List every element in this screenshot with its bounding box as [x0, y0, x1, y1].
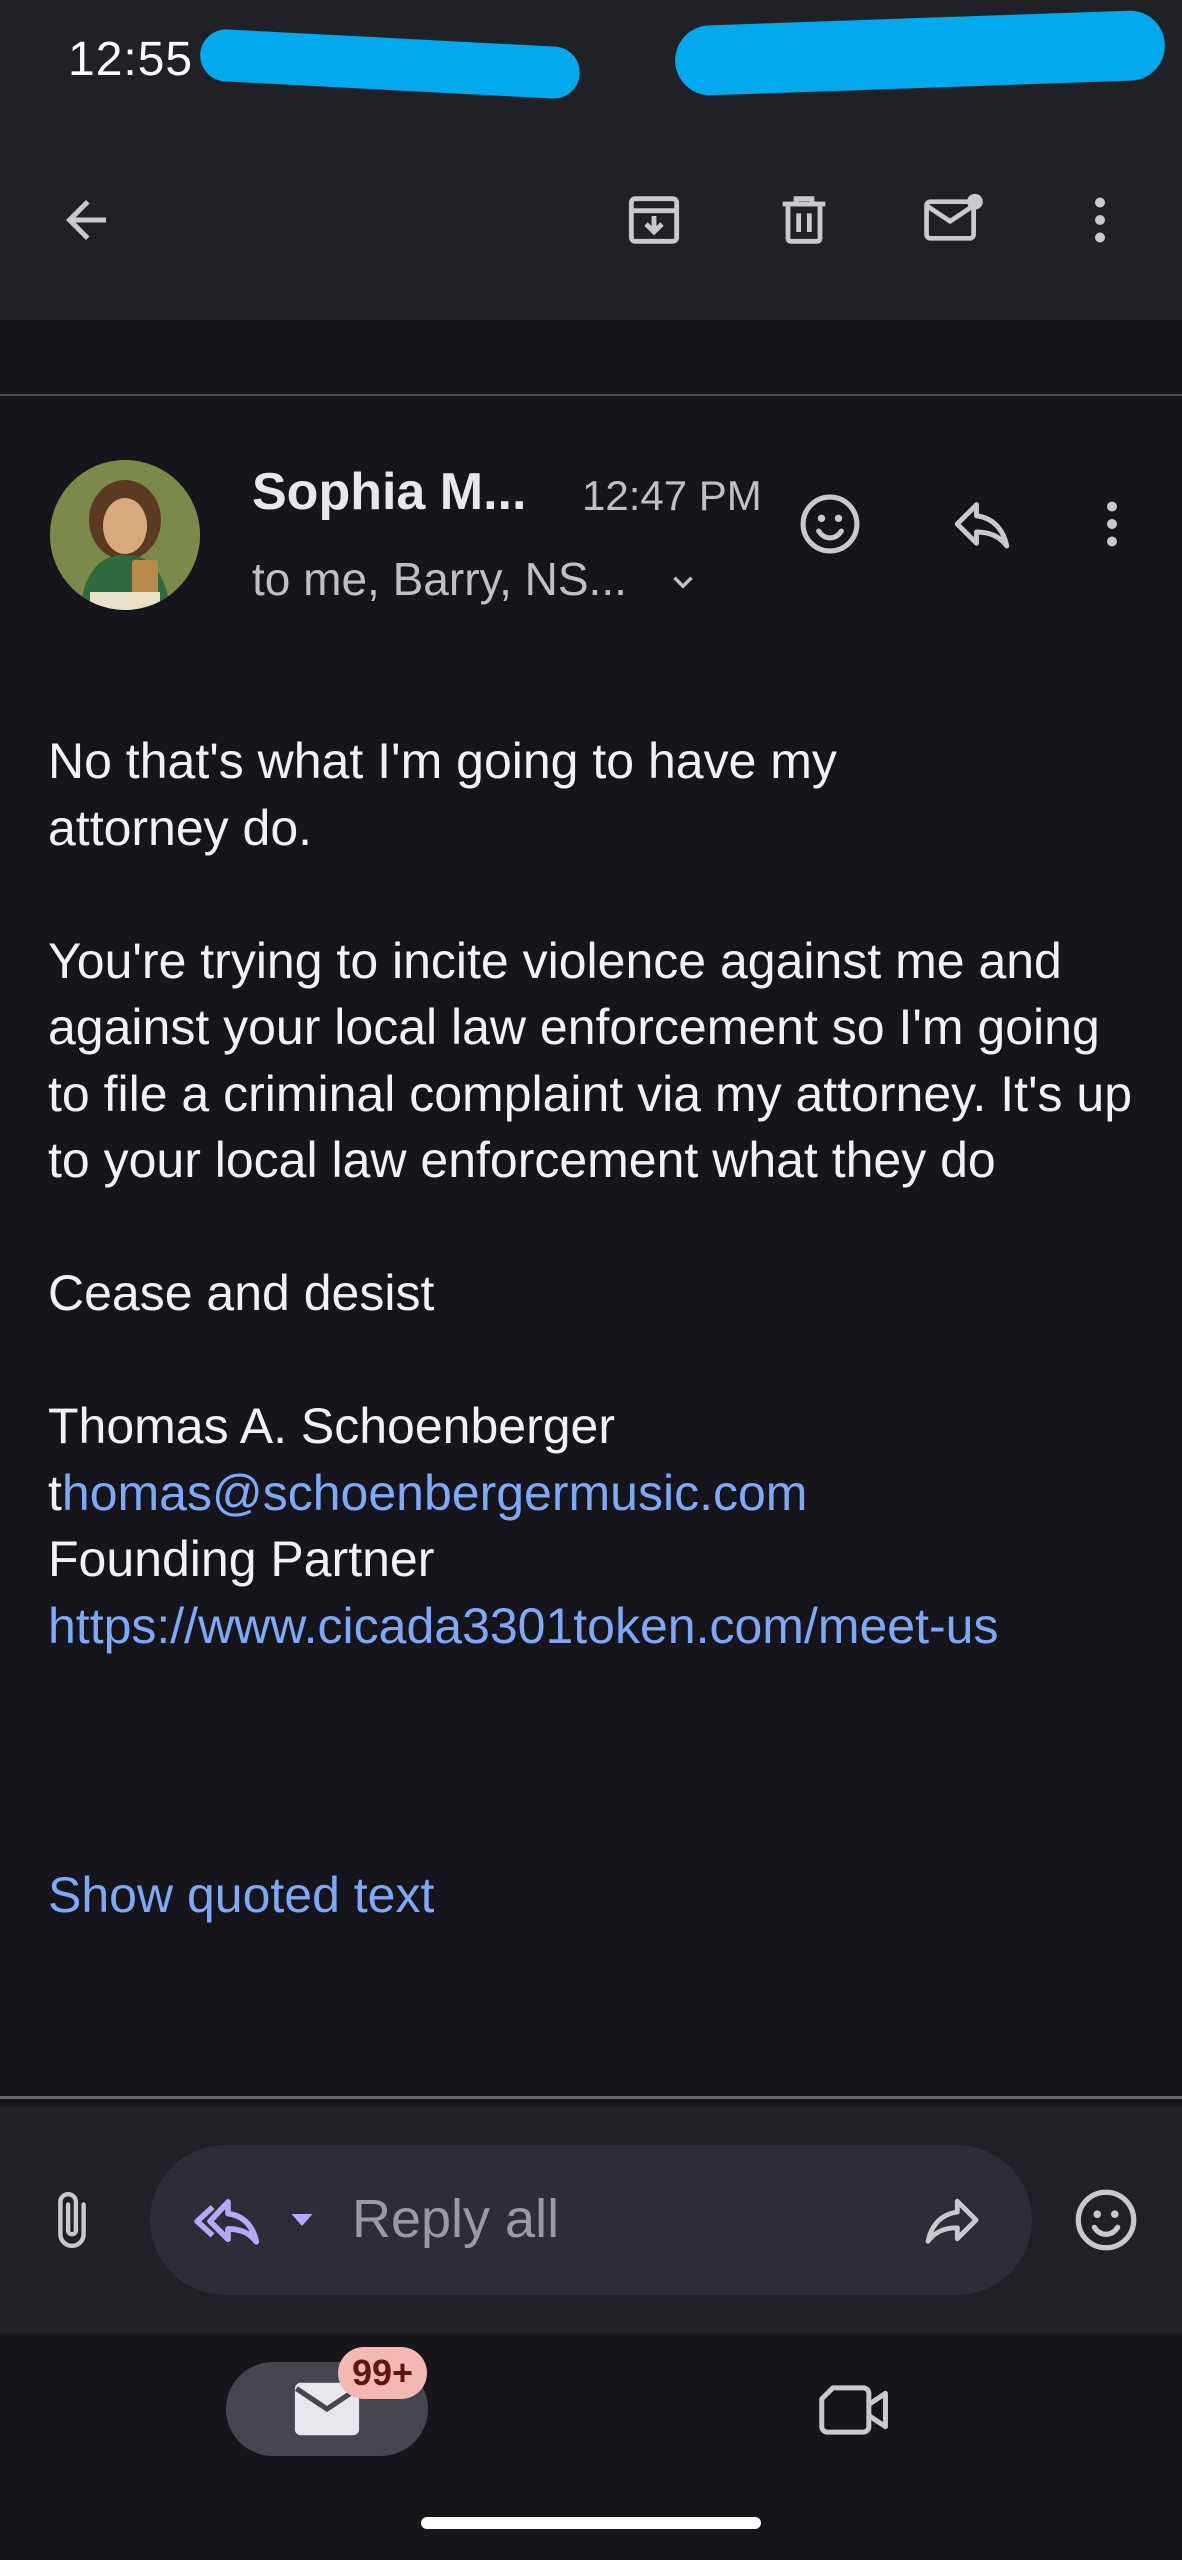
- reply-options-dropdown-icon[interactable]: [280, 2198, 324, 2242]
- status-time: 12:55: [68, 33, 194, 86]
- sender-name[interactable]: Sophia M...: [252, 462, 526, 522]
- meet-video-icon[interactable]: [810, 2368, 900, 2452]
- reply-all-placeholder[interactable]: Reply all: [352, 2188, 559, 2250]
- signature-email-prefix: t: [48, 1464, 62, 1521]
- forward-icon[interactable]: [910, 2178, 994, 2262]
- show-quoted-text-link[interactable]: Show quoted text: [48, 1866, 434, 1924]
- compose-divider: [0, 2096, 1182, 2099]
- back-arrow-icon[interactable]: [44, 178, 128, 262]
- signature-name: Thomas A. Schoenberger: [48, 1398, 615, 1454]
- body-paragraph: No that's what I'm going to have my atto…: [48, 733, 837, 856]
- signature-email-link[interactable]: homas@schoenbergermusic.com: [62, 1465, 808, 1521]
- home-indicator[interactable]: [421, 2517, 761, 2529]
- body-paragraph: Cease and desist: [48, 1265, 435, 1321]
- mark-unread-icon[interactable]: [912, 178, 996, 262]
- archive-icon[interactable]: [612, 178, 696, 262]
- recipients-label: to me, Barry, NS...: [252, 553, 627, 605]
- signature-title: Founding Partner: [48, 1531, 435, 1587]
- more-vert-icon[interactable]: [1058, 178, 1142, 262]
- header-divider: [0, 394, 1182, 396]
- attachment-icon[interactable]: [30, 2178, 114, 2262]
- email-body: No that's what I'm going to have my atto…: [48, 728, 1158, 1659]
- signature-email[interactable]: thomas@schoenbergermusic.com: [48, 1460, 1158, 1527]
- reply-all-icon[interactable]: [186, 2178, 270, 2262]
- signature-url-link[interactable]: https://www.cicada3301token.com/meet-us: [48, 1593, 1118, 1660]
- top-toolbar: [0, 120, 1182, 320]
- chevron-down-icon[interactable]: [666, 556, 700, 610]
- reply-icon[interactable]: [938, 480, 1026, 568]
- unread-count-badge: 99+: [338, 2347, 428, 2399]
- recipients[interactable]: to me, Barry, NS...: [252, 552, 700, 610]
- delete-icon[interactable]: [762, 178, 846, 262]
- emoji-icon[interactable]: [1062, 2176, 1150, 2264]
- sender-avatar[interactable]: [50, 460, 200, 610]
- emoji-reaction-icon[interactable]: [786, 480, 874, 568]
- body-paragraph: You're trying to incite violence against…: [48, 932, 1133, 1189]
- more-vert-icon[interactable]: [1070, 480, 1154, 568]
- email-time: 12:47 PM: [582, 472, 762, 519]
